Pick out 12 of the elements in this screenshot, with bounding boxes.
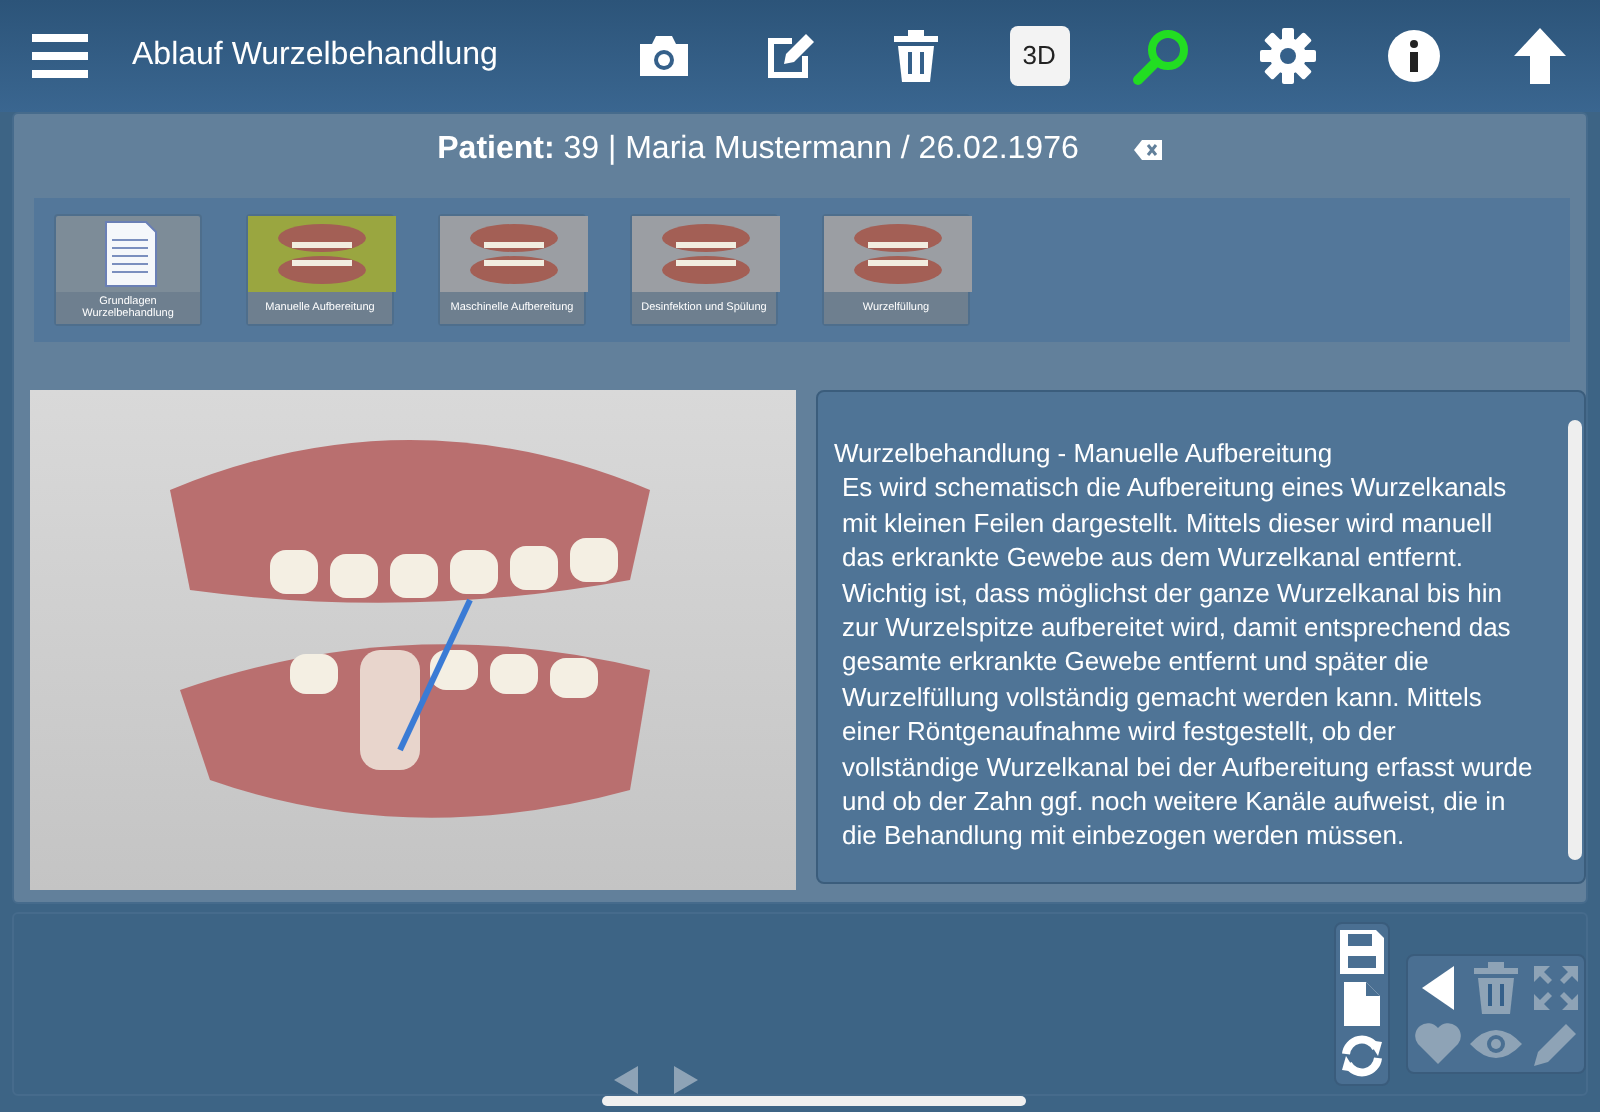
clear-icon[interactable]	[1134, 140, 1163, 160]
document-icon[interactable]	[1344, 982, 1380, 1026]
refresh-icon[interactable]	[1340, 1034, 1384, 1078]
patient-info: Patient: 39 | Maria Mustermann / 26.02.1976	[437, 130, 1079, 170]
description-text: Es wird schematisch die Aufbereitung eines Wurzelkanals mit kleinen Feilen dargestellt. Mittels dieser wird manuell das erkrankte Gewebe aus dem Wurzelkanal entfernt. Wichtig ist, dass möglichst der ganze Wurzelkanal bis hin zur Wurzelspitze aufbereitet wird, damit entsprechend das gesamte erkrankte Gewebe entfernt und später die Wurzelfüllung vollständig gemacht werden kann. Mittels einer Röntgenaufnahme wird festgestellt, ob der vollständige Wurzelkanal bei der Aufbereitung erfasst wurde und ob der Zahn ggf. noch weitere Kanäle aufweist, die in die Behandlung mit einbezogen werden müssen.	[840, 470, 1535, 854]
save-icon[interactable]	[1340, 930, 1384, 974]
app-title: Ablauf Wurzelbehandlung	[132, 36, 500, 76]
3d-button[interactable]: 3D	[1009, 26, 1070, 86]
settings-icon[interactable]	[1256, 24, 1321, 88]
back-arrow-icon[interactable]	[1421, 962, 1453, 1014]
scrollbar[interactable]	[1568, 420, 1582, 860]
description-title: Wurzelbehandlung - Manuelle Aufbereitung	[834, 436, 1335, 471]
